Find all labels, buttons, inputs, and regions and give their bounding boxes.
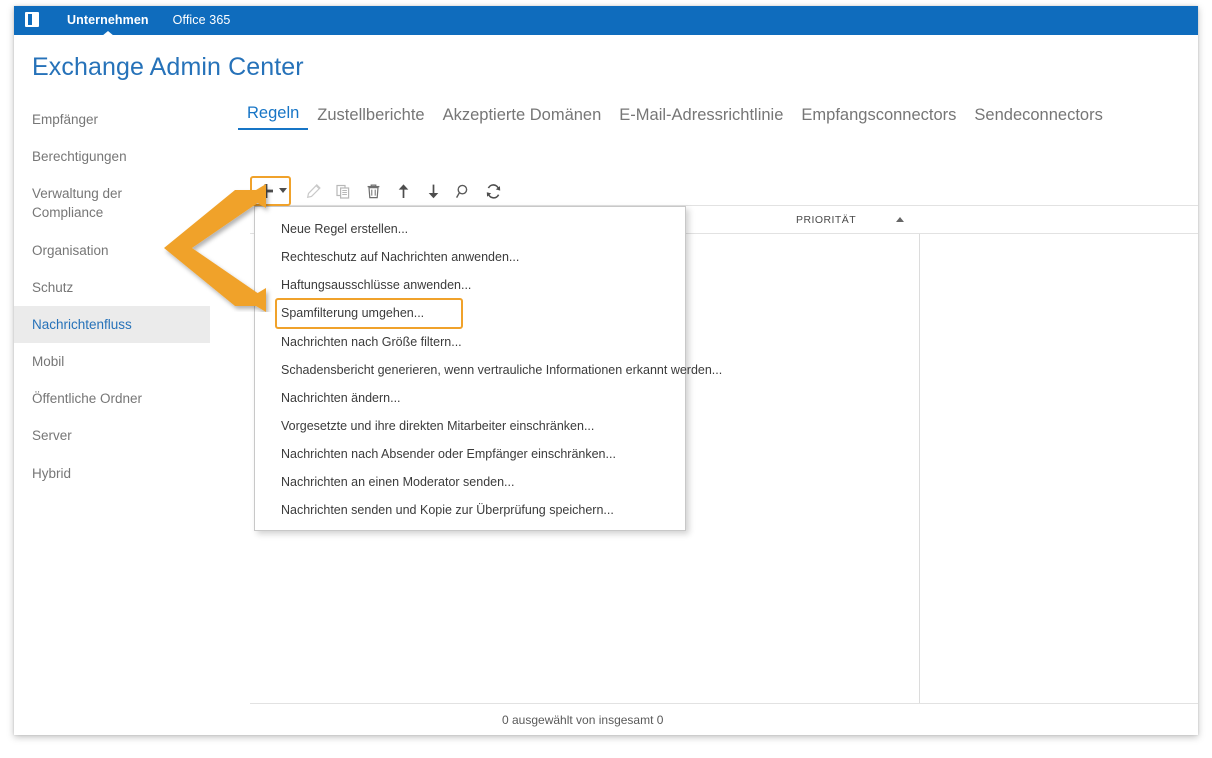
new-rule-dropdown-menu: Neue Regel erstellen... Rechteschutz auf… [254, 206, 722, 532]
tab-akzeptierte-domaenen[interactable]: Akzeptierte Domänen [434, 106, 611, 130]
menu-item-label: Neue Regel erstellen... [281, 222, 409, 236]
tab-label: Sendeconnectors [974, 106, 1103, 124]
sidebar-item-label: Nachrichtenfluss [32, 316, 132, 332]
menu-item-label: Nachrichten ändern... [281, 390, 401, 405]
sidebar-item-label: Mobil [32, 354, 65, 370]
suite-bar: Unternehmen Office 365 [14, 6, 1198, 35]
copy-icon[interactable] [330, 179, 357, 203]
menu-item-label: Rechteschutz auf Nachrichten anwenden... [281, 250, 520, 265]
status-bar: 0 ausgewählt von insgesamt 0 [250, 703, 1198, 735]
arrow-down-icon[interactable] [420, 179, 447, 203]
menu-item-label: Spamfilterung umgehen... [281, 306, 425, 321]
menu-item-absender-empfaenger-einschraenken[interactable]: Nachrichten nach Absender oder Empfänger… [255, 440, 685, 468]
tab-regeln[interactable]: Regeln [238, 104, 309, 130]
menu-item-rechteschutz[interactable]: Rechteschutz auf Nachrichten anwenden... [255, 243, 685, 271]
tab-label: Zustellberichte [317, 106, 425, 124]
menu-item-vorgesetzte-einschraenken[interactable]: Vorgesetzte und ihre direkten Mitarbeite… [255, 412, 685, 440]
tab-zustellberichte[interactable]: Zustellberichte [308, 106, 433, 130]
rule-details-pane [921, 234, 1198, 703]
sidebar-item-label: Öffentliche Ordner [32, 391, 143, 407]
menu-item-nachrichten-aendern[interactable]: Nachrichten ändern... [255, 384, 685, 412]
sidebar-item-label: Empfänger [32, 112, 99, 127]
trash-icon[interactable] [360, 179, 387, 203]
sidebar-item-empfaenger[interactable]: Empfänger [14, 101, 210, 138]
menu-item-label: Nachrichten nach Größe filtern... [281, 334, 462, 349]
tab-label: Akzeptierte Domänen [442, 106, 602, 124]
sort-ascending-icon [896, 217, 904, 222]
menu-item-label: Nachrichten senden und Kopie zur Überprü… [281, 503, 614, 518]
page-title: Exchange Admin Center [32, 53, 304, 81]
column-header-label: PRIORITÄT [796, 213, 857, 226]
sidebar-item-schutz[interactable]: Schutz [14, 269, 210, 306]
suite-link-label: Office 365 [172, 13, 231, 27]
menu-item-schadensbericht[interactable]: Schadensbericht generieren, wenn vertrau… [255, 356, 722, 384]
exchange-admin-window: Unternehmen Office 365 Exchange Admin Ce… [14, 6, 1198, 735]
menu-item-neue-regel[interactable]: Neue Regel erstellen... [255, 215, 685, 243]
sidebar-item-hybrid[interactable]: Hybrid [14, 455, 210, 492]
edit-pencil-icon[interactable] [300, 179, 327, 203]
sidebar-item-oeffentliche-ordner[interactable]: Öffentliche Ordner [14, 380, 210, 417]
menu-item-label: Nachrichten nach Absender oder Empfänger… [281, 447, 616, 461]
refresh-icon[interactable] [480, 179, 507, 203]
menu-item-label: Schadensbericht generieren, wenn vertrau… [281, 362, 723, 377]
office-logo-icon [24, 12, 41, 29]
suite-link-label: Unternehmen [67, 13, 149, 27]
menu-item-label: Nachrichten an einen Moderator senden... [281, 475, 515, 490]
search-icon[interactable] [450, 179, 477, 203]
selection-count-label: 0 ausgewählt von insgesamt 0 [502, 712, 664, 727]
sidebar-item-mobil[interactable]: Mobil [14, 343, 210, 380]
arrow-up-icon[interactable] [390, 179, 417, 203]
sidebar-item-organisation[interactable]: Organisation [14, 232, 210, 269]
sidebar-item-label: Schutz [32, 279, 74, 295]
sidebar-item-label: Verwaltung der Compliance [32, 186, 123, 221]
tab-strip: Regeln Zustellberichte Akzeptierte Domän… [238, 104, 1112, 130]
tab-label: Regeln [247, 104, 300, 122]
menu-item-label: Haftungsausschlüsse anwenden... [281, 278, 472, 293]
chevron-down-icon[interactable] [278, 188, 287, 194]
add-icon[interactable] [254, 179, 278, 203]
menu-item-spamfilterung-umgehen[interactable]: Spamfilterung umgehen... [275, 298, 463, 329]
column-header-prioritaet[interactable]: PRIORITÄT [786, 206, 920, 233]
menu-item-nach-groesse-filtern[interactable]: Nachrichten nach Größe filtern... [255, 328, 685, 356]
tab-label: E-Mail-Adressrichtlinie [619, 106, 784, 124]
menu-item-kopie-speichern[interactable]: Nachrichten senden und Kopie zur Überprü… [255, 496, 685, 524]
tab-sendeconnectors[interactable]: Sendeconnectors [965, 106, 1111, 130]
sidebar-item-nachrichtenfluss[interactable]: Nachrichtenfluss [14, 305, 210, 344]
toolbar [250, 176, 510, 206]
tab-email-adressrichtlinie[interactable]: E-Mail-Adressrichtlinie [610, 106, 792, 130]
tab-empfangsconnectors[interactable]: Empfangsconnectors [792, 106, 965, 130]
suite-link-office365[interactable]: Office 365 [161, 6, 243, 35]
tab-label: Empfangsconnectors [801, 106, 957, 124]
suite-link-unternehmen[interactable]: Unternehmen [55, 6, 161, 35]
menu-item-haftungsausschluesse[interactable]: Haftungsausschlüsse anwenden... [255, 271, 685, 299]
sidebar-item-label: Hybrid [32, 465, 72, 481]
sidebar-item-berechtigungen[interactable]: Berechtigungen [14, 138, 210, 175]
menu-item-label: Vorgesetzte und ihre direkten Mitarbeite… [281, 418, 595, 433]
add-button-group[interactable] [250, 176, 291, 206]
sidebar-item-label: Organisation [32, 242, 109, 258]
sidebar-item-label: Server [32, 428, 72, 444]
sidebar-item-label: Berechtigungen [32, 149, 127, 165]
menu-item-moderator-senden[interactable]: Nachrichten an einen Moderator senden... [255, 468, 685, 496]
sidebar-item-server[interactable]: Server [14, 417, 210, 454]
sidebar: Empfänger Berechtigungen Verwaltung der … [14, 98, 210, 492]
sidebar-item-compliance[interactable]: Verwaltung der Compliance [14, 175, 210, 231]
